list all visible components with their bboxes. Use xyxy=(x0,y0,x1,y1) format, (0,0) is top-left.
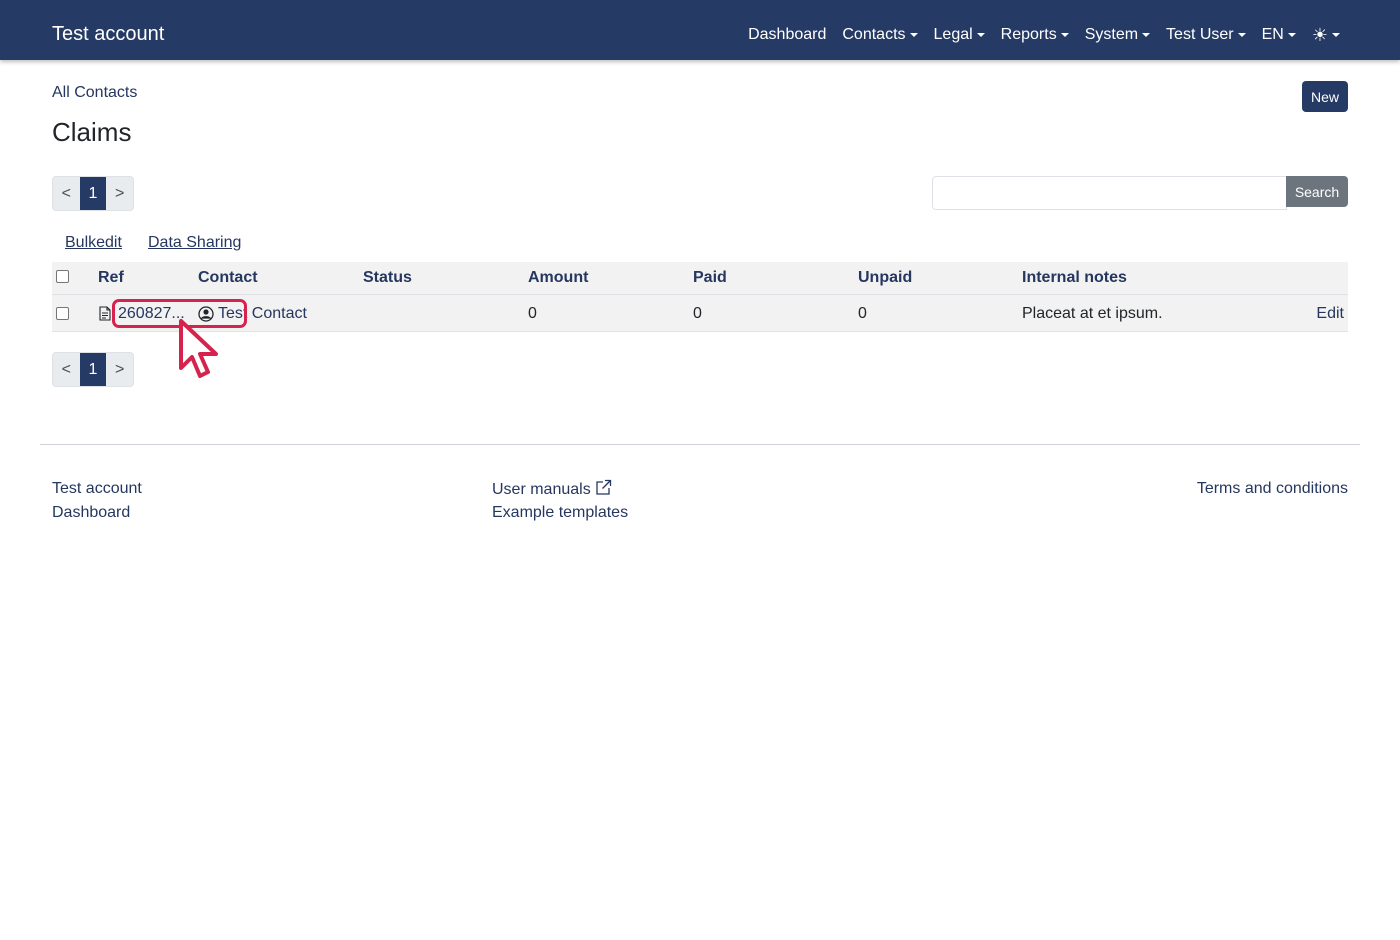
nav-system-label: System xyxy=(1084,26,1139,43)
footer-test-account-link[interactable]: Test account xyxy=(52,479,142,499)
sun-icon: ☀ xyxy=(1311,25,1328,45)
data-sharing-link[interactable]: Data Sharing xyxy=(148,233,241,253)
footer-divider xyxy=(40,444,1360,445)
caret-down-icon xyxy=(976,33,985,37)
column-header-status[interactable]: Status xyxy=(363,269,412,287)
footer-dashboard-link[interactable]: Dashboard xyxy=(52,503,130,523)
nav-contacts-label: Contacts xyxy=(842,26,906,43)
pagination-bottom: < 1 > xyxy=(52,352,134,387)
breadcrumb-all-contacts[interactable]: All Contacts xyxy=(52,83,137,103)
paid-cell: 0 xyxy=(693,305,702,322)
theme-toggle-dropdown[interactable]: ☀ xyxy=(1304,25,1348,45)
caret-down-icon xyxy=(1142,33,1151,37)
nav-reports-dropdown[interactable]: Reports xyxy=(993,24,1077,46)
pagination-next[interactable]: > xyxy=(106,177,133,210)
footer-user-manuals-label: User manuals xyxy=(492,481,591,498)
amount-cell: 0 xyxy=(528,305,537,322)
pagination-page-1[interactable]: 1 xyxy=(79,353,107,386)
pagination-page-1[interactable]: 1 xyxy=(79,177,107,210)
nav-legal-dropdown[interactable]: Legal xyxy=(926,24,993,46)
footer-example-templates-link[interactable]: Example templates xyxy=(492,503,628,523)
row-checkbox[interactable] xyxy=(56,307,69,320)
unpaid-cell: 0 xyxy=(858,305,867,322)
nav-legal-label: Legal xyxy=(933,26,973,43)
top-navbar: Test account Dashboard Contacts Legal Re… xyxy=(0,0,1400,60)
nav-contacts-dropdown[interactable]: Contacts xyxy=(834,24,925,46)
footer-user-manuals-link[interactable]: User manuals xyxy=(492,479,612,502)
pagination-top: < 1 > xyxy=(52,176,134,211)
nav-user-label: Test User xyxy=(1166,26,1234,43)
search-button[interactable]: Search xyxy=(1286,176,1348,207)
column-header-internal-notes[interactable]: Internal notes xyxy=(1022,269,1127,287)
caret-down-icon xyxy=(1332,33,1340,37)
claim-ref-link[interactable]: 260827... xyxy=(118,305,185,323)
caret-down-icon xyxy=(1237,33,1246,37)
select-all-checkbox[interactable] xyxy=(56,270,69,283)
table-header-row: Ref Contact Status Amount Paid Unpaid In… xyxy=(52,262,1348,295)
table-row: 260827... Test Contact 0 0 0 Placeat at … xyxy=(52,295,1348,332)
column-header-paid[interactable]: Paid xyxy=(693,269,727,287)
column-header-unpaid[interactable]: Unpaid xyxy=(858,269,912,287)
internal-notes-cell: Placeat at et ipsum. xyxy=(1022,305,1163,322)
nav-dashboard[interactable]: Dashboard xyxy=(740,24,834,46)
nav-language-label: EN xyxy=(1261,26,1284,43)
claims-table: Ref Contact Status Amount Paid Unpaid In… xyxy=(52,262,1348,332)
nav-menu: Dashboard Contacts Legal Reports System … xyxy=(740,24,1348,46)
search-input[interactable] xyxy=(932,176,1287,210)
nav-language-dropdown[interactable]: EN xyxy=(1254,24,1304,46)
footer-terms-link[interactable]: Terms and conditions xyxy=(1197,479,1348,499)
person-circle-icon xyxy=(198,306,214,327)
external-link-icon xyxy=(595,479,612,502)
pagination-prev[interactable]: < xyxy=(53,353,80,386)
column-header-contact[interactable]: Contact xyxy=(198,269,258,287)
pagination-prev[interactable]: < xyxy=(53,177,80,210)
caret-down-icon xyxy=(1287,33,1296,37)
pagination-next[interactable]: > xyxy=(106,353,133,386)
nav-dashboard-label: Dashboard xyxy=(748,26,827,43)
brand-link[interactable]: Test account xyxy=(52,22,164,46)
nav-user-dropdown[interactable]: Test User xyxy=(1158,24,1254,46)
nav-reports-label: Reports xyxy=(1000,26,1057,43)
document-icon xyxy=(99,306,111,326)
new-claim-button[interactable]: New xyxy=(1302,81,1348,112)
nav-system-dropdown[interactable]: System xyxy=(1077,24,1158,46)
page-title: Claims xyxy=(52,117,132,147)
caret-down-icon xyxy=(909,33,918,37)
caret-down-icon xyxy=(1060,33,1069,37)
contact-link[interactable]: Test Contact xyxy=(218,305,307,323)
column-header-amount[interactable]: Amount xyxy=(528,269,588,287)
edit-link[interactable]: Edit xyxy=(1316,305,1344,323)
bulkedit-link[interactable]: Bulkedit xyxy=(65,233,122,253)
column-header-ref[interactable]: Ref xyxy=(98,269,124,287)
